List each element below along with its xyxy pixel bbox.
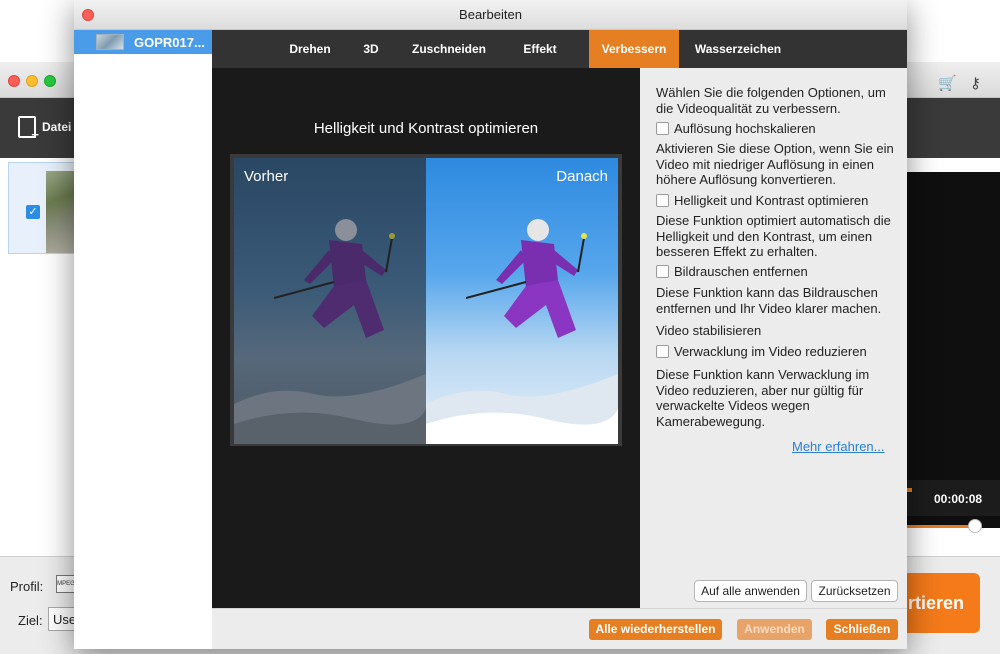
before-pane: Vorher <box>234 158 426 444</box>
restore-all-button[interactable]: Alle wiederherstellen <box>589 619 722 640</box>
brightness-contrast-checkbox[interactable]: Helligkeit und Kontrast optimieren <box>656 193 868 208</box>
volume-slider-track[interactable] <box>906 525 976 528</box>
dialog-footer: Alle wiederherstellen Anwenden Schließen <box>212 608 907 649</box>
add-file-icon <box>18 116 39 142</box>
profile-format-icon[interactable]: MPEG <box>56 575 76 593</box>
main-preview-area <box>906 172 1000 528</box>
dialog-title: Bearbeiten <box>459 7 522 22</box>
tab-drehen[interactable]: Drehen <box>272 30 348 68</box>
checkbox-box[interactable] <box>656 194 669 207</box>
reduce-shake-label: Verwacklung im Video reduzieren <box>674 344 867 359</box>
reduce-shake-description: Diese Funktion kann Verwacklung im Video… <box>656 367 870 429</box>
learn-more-link[interactable]: Mehr erfahren... <box>792 439 885 454</box>
upscale-checkbox[interactable]: Auflösung hochskalieren <box>656 121 816 136</box>
before-label: Vorher <box>244 168 289 185</box>
close-button[interactable]: Schließen <box>826 619 898 640</box>
edit-tabs: Drehen 3D Zuschneiden Effekt Verbessern … <box>212 30 907 68</box>
tab-3d[interactable]: 3D <box>350 30 392 68</box>
reduce-shake-checkbox[interactable]: Verwacklung im Video reduzieren <box>656 344 867 359</box>
checkbox-box[interactable] <box>656 345 669 358</box>
target-label: Ziel: <box>18 613 43 628</box>
enhance-preview-area: Helligkeit und Kontrast optimieren Vorhe… <box>212 68 640 608</box>
enhance-options-panel: Wählen Sie die folgenden Optionen, um di… <box>640 68 907 608</box>
dialog-titlebar: Bearbeiten <box>74 0 907 30</box>
zoom-window-button[interactable] <box>44 75 56 87</box>
reset-button[interactable]: Zurücksetzen <box>811 580 898 602</box>
file-name: GOPR017... <box>134 34 205 50</box>
before-after-comparison: Vorher Danach <box>230 154 622 446</box>
denoise-checkbox[interactable]: Bildrauschen entfernen <box>656 264 808 279</box>
after-pane: Danach <box>426 158 618 444</box>
apply-button[interactable]: Anwenden <box>737 619 812 640</box>
sidebar-file-item[interactable]: GOPR017... <box>74 30 212 54</box>
apply-to-all-button[interactable]: Auf alle anwenden <box>694 580 807 602</box>
profile-label: Profil: <box>10 579 44 594</box>
volume-slider-knob[interactable] <box>968 519 982 533</box>
brightness-contrast-description: Diese Funktion optimiert automatisch die… <box>656 213 891 259</box>
edit-dialog: Bearbeiten GOPR017... Drehen 3D Zuschnei… <box>74 0 907 649</box>
dialog-file-sidebar: GOPR017... <box>74 30 212 649</box>
checkbox-box[interactable] <box>656 122 669 135</box>
tab-verbessern[interactable]: Verbessern <box>589 30 679 68</box>
denoise-description: Diese Funktion kann das Bildrauschen ent… <box>656 285 882 316</box>
file-checkbox[interactable]: ✓ <box>26 205 40 219</box>
options-intro: Wählen Sie die folgenden Optionen, um di… <box>656 85 886 116</box>
upscale-label: Auflösung hochskalieren <box>674 121 816 136</box>
checkbox-box[interactable] <box>656 265 669 278</box>
denoise-label: Bildrauschen entfernen <box>674 264 808 279</box>
skier-figure <box>274 219 395 338</box>
playback-time: 00:00:08 <box>906 480 1000 516</box>
file-thumbnail <box>96 34 124 50</box>
upscale-description: Aktivieren Sie diese Option, wenn Sie ei… <box>656 141 894 187</box>
minimize-window-button[interactable] <box>26 75 38 87</box>
list-item[interactable]: ✓ <box>8 162 78 254</box>
key-icon[interactable]: ⚷ <box>970 74 981 92</box>
tab-wasserzeichen[interactable]: Wasserzeichen <box>679 30 797 68</box>
tab-effekt[interactable]: Effekt <box>510 30 570 68</box>
stabilize-heading: Video stabilisieren <box>656 323 762 338</box>
preview-title: Helligkeit und Kontrast optimieren <box>313 120 539 137</box>
brightness-contrast-label: Helligkeit und Kontrast optimieren <box>674 193 869 208</box>
skier-figure <box>466 219 587 338</box>
cart-icon[interactable]: 🛒 <box>938 74 957 92</box>
tab-zuschneiden[interactable]: Zuschneiden <box>400 30 498 68</box>
add-file-button[interactable]: Datei <box>18 116 72 142</box>
add-file-label: Datei <box>42 120 72 134</box>
close-window-button[interactable] <box>8 75 20 87</box>
after-label: Danach <box>556 168 608 185</box>
